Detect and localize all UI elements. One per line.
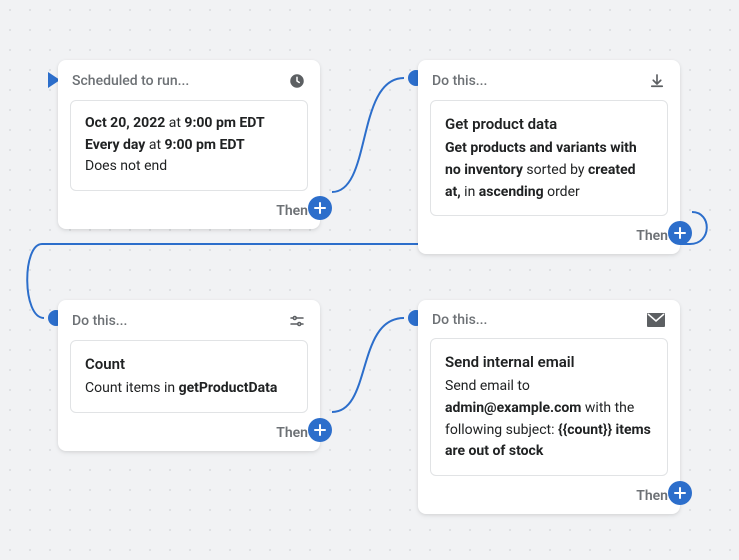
card-header-title: Do this... <box>432 312 487 328</box>
card-footer: Then <box>418 488 680 514</box>
card-header: Do this... <box>58 300 320 340</box>
card-header-title: Scheduled to run... <box>72 73 189 89</box>
action-title: Send internal email <box>445 351 653 374</box>
add-step-button[interactable] <box>308 196 332 220</box>
card-footer: Then <box>58 203 320 229</box>
card-header: Scheduled to run... <box>58 60 320 100</box>
card-body: Oct 20, 2022 at 9:00 pm EDT Every day at… <box>70 100 308 191</box>
card-body: Send internal email Send email to admin@… <box>430 338 668 476</box>
variable-ref: getProductData <box>179 380 278 396</box>
card-footer: Then <box>58 425 320 451</box>
schedule-time-2: 9:00 pm EDT <box>165 137 245 153</box>
then-label: Then <box>276 203 308 219</box>
mail-icon <box>646 312 666 328</box>
download-icon <box>648 72 666 90</box>
workflow-card-schedule[interactable]: Scheduled to run... Oct 20, 2022 at 9:00… <box>58 60 320 229</box>
schedule-date: Oct 20, 2022 <box>85 115 165 131</box>
schedule-frequency: Every day <box>85 137 145 153</box>
card-body: Get product data Get products and varian… <box>430 100 668 216</box>
schedule-end: Does not end <box>85 156 293 178</box>
card-header-title: Do this... <box>72 313 127 329</box>
card-body: Count Count items in getProductData <box>70 340 308 413</box>
card-header-title: Do this... <box>432 73 487 89</box>
add-step-button[interactable] <box>668 481 692 505</box>
workflow-card-get-product[interactable]: Do this... Get product data Get products… <box>418 60 680 254</box>
add-step-button[interactable] <box>668 221 692 245</box>
workflow-card-send-email[interactable]: Do this... Send internal email Send emai… <box>418 300 680 514</box>
then-label: Then <box>636 488 668 504</box>
card-header: Do this... <box>418 300 680 338</box>
then-label: Then <box>636 228 668 244</box>
workflow-card-count[interactable]: Do this... Count Count items in getProdu… <box>58 300 320 451</box>
clock-icon <box>288 72 306 90</box>
add-step-button[interactable] <box>308 418 332 442</box>
email-recipient: admin@example.com <box>445 400 581 416</box>
card-header: Do this... <box>418 60 680 100</box>
adjust-icon <box>288 312 306 330</box>
schedule-time: 9:00 pm EDT <box>184 115 264 131</box>
card-footer: Then <box>418 228 680 254</box>
action-title: Count <box>85 353 293 376</box>
action-title: Get product data <box>445 113 653 136</box>
then-label: Then <box>276 425 308 441</box>
